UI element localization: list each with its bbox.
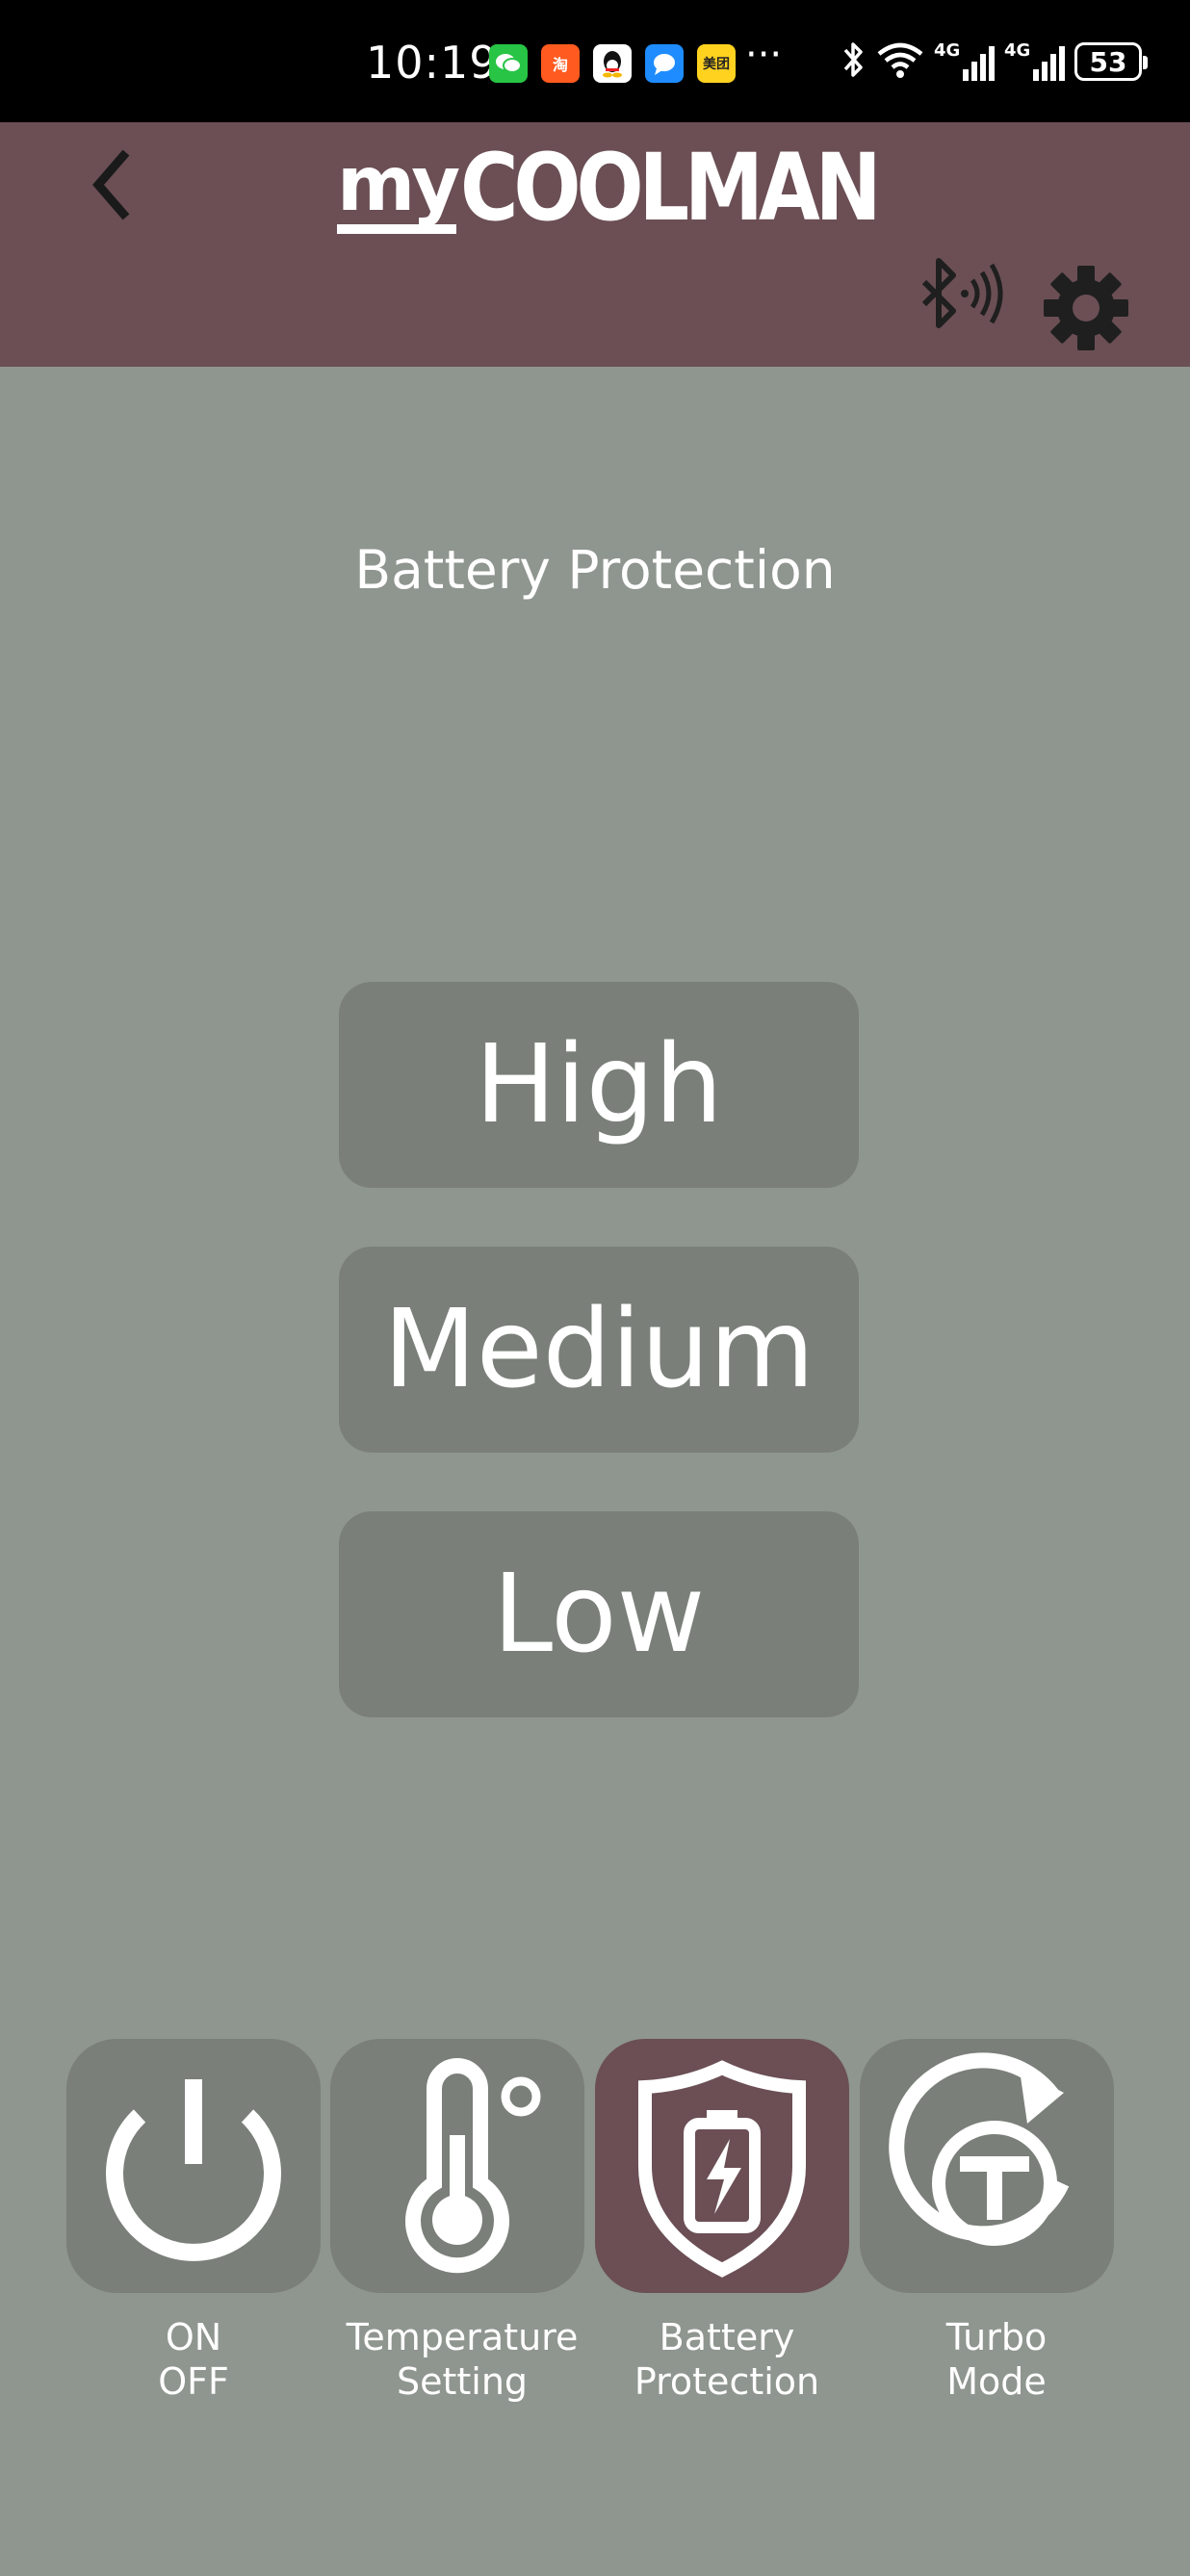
nav-turbo-mode-button[interactable] [860, 2039, 1114, 2293]
status-bar: 10:19 淘 美团 ··· 4G 4G 53 [0, 0, 1190, 122]
notification-icons: 淘 美团 [489, 44, 736, 83]
qq-icon [593, 44, 632, 83]
high-level-button[interactable]: High [339, 982, 859, 1188]
app-logo: my COOLMAN [337, 133, 944, 234]
cellular-signal-1-icon: 4G [934, 40, 995, 81]
battery-level: 53 [1089, 45, 1127, 78]
battery-shield-icon [638, 2060, 806, 2278]
logo-main: COOLMAN [460, 134, 882, 242]
page-title: Battery Protection [354, 539, 836, 601]
nav-temperature-button[interactable] [330, 2039, 584, 2293]
chevron-left-icon [92, 149, 130, 220]
cellular-signal-2-icon: 4G [1004, 40, 1065, 81]
settings-button[interactable] [1040, 260, 1136, 356]
bluetooth-signal-icon [921, 258, 1003, 328]
nav-temperature-label: Temperature Setting [346, 2316, 579, 2403]
nav-battery-protection-button[interactable] [595, 2039, 849, 2293]
nav-turbo-mode-label: Turbo Mode [945, 2316, 1048, 2403]
bluetooth-status-icon [840, 39, 867, 85]
low-level-button[interactable]: Low [339, 1511, 859, 1717]
message-icon [645, 44, 684, 83]
medium-level-button[interactable]: Medium [339, 1247, 859, 1453]
more-notifications-icon: ··· [745, 33, 783, 77]
gear-icon [1044, 266, 1128, 350]
nav-on-off-button[interactable] [66, 2039, 321, 2293]
status-time: 10:19 [366, 37, 499, 89]
power-icon [106, 2079, 281, 2261]
thermometer-icon [405, 2058, 541, 2274]
nav-battery-protection-label: Battery Protection [634, 2316, 820, 2403]
wechat-icon [489, 44, 528, 83]
battery-status-icon: 53 [1074, 42, 1148, 81]
nav-on-off-label: ON OFF [158, 2316, 229, 2403]
meituan-icon: 美团 [697, 44, 736, 83]
back-button[interactable] [77, 125, 154, 231]
bluetooth-button[interactable] [913, 255, 1009, 351]
logo-prefix: my [337, 147, 460, 234]
turbo-icon [889, 2052, 1070, 2246]
wifi-icon [876, 40, 924, 83]
system-indicators: 4G 4G 53 [840, 39, 1148, 85]
taobao-icon: 淘 [541, 44, 580, 83]
